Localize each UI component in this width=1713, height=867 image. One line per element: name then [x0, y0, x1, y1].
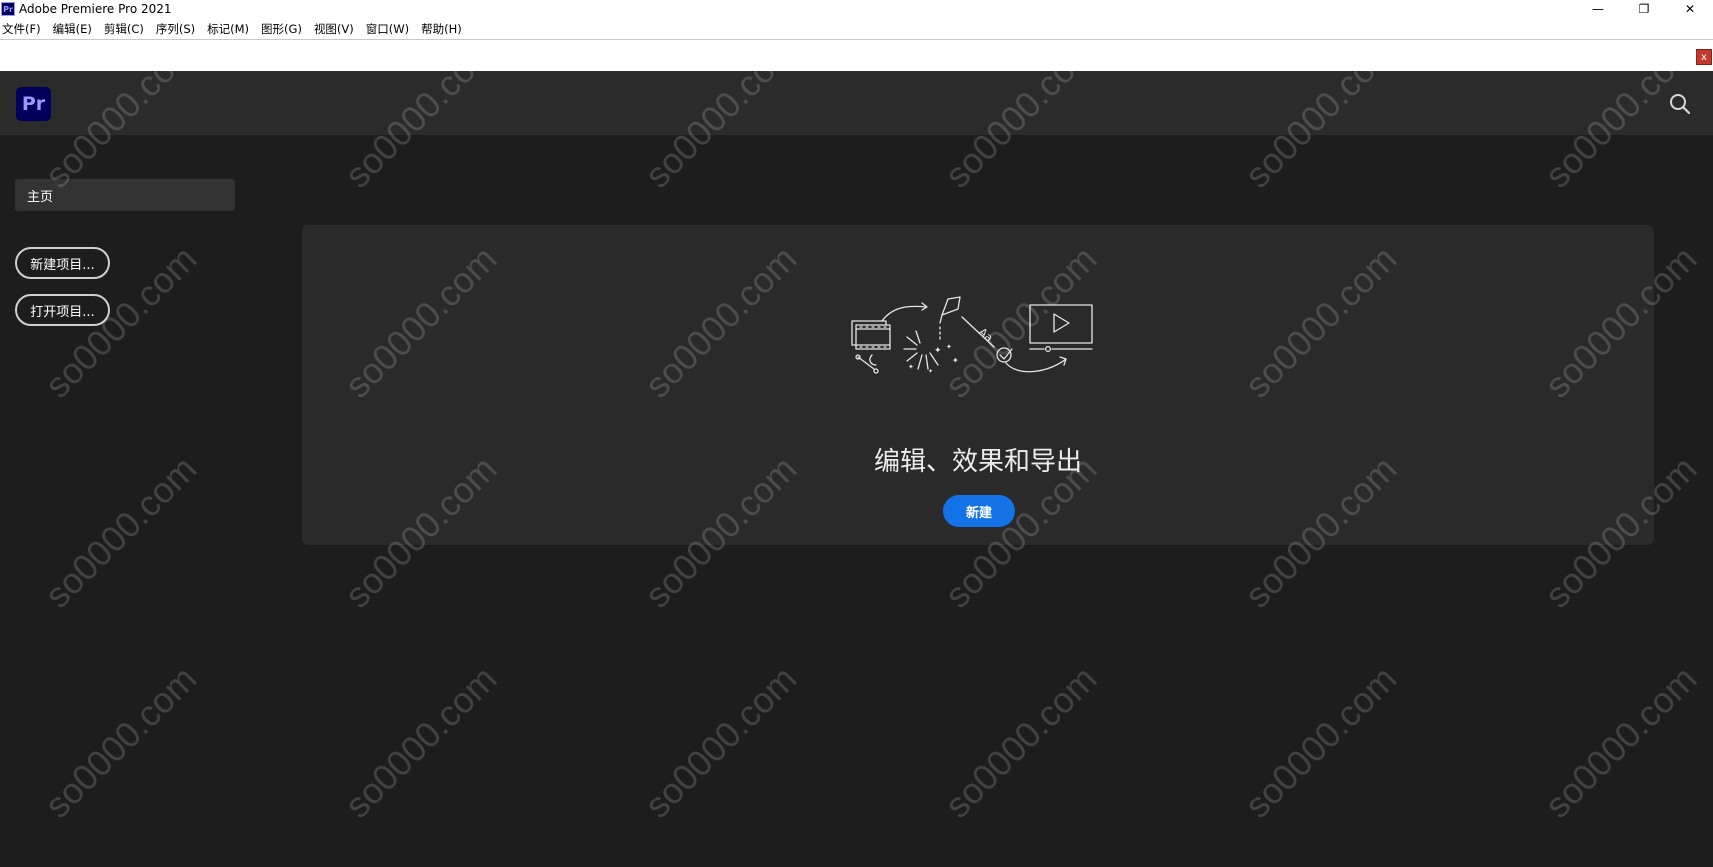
new-button[interactable]: 新建 — [943, 495, 1015, 527]
app-header: Pr — [0, 71, 1713, 135]
title-bar: Pr Adobe Premiere Pro 2021 — ❐ ✕ — [0, 0, 1713, 18]
watermark-text: so0000.com — [337, 658, 505, 826]
new-project-button[interactable]: 新建项目... — [15, 247, 110, 279]
watermark-text: so0000.com — [37, 448, 205, 616]
minimize-button[interactable]: — — [1575, 0, 1621, 18]
menu-graphics[interactable]: 图形(G) — [259, 21, 308, 37]
menu-file[interactable]: 文件(F) — [0, 21, 47, 37]
open-project-button[interactable]: 打开项目... — [15, 294, 110, 326]
get-started-card: ✦ ✦ ✦ ✦ ✦ Aa 编辑、效果和导出 新建 — [302, 225, 1654, 545]
svg-text:✦: ✦ — [952, 356, 959, 365]
menu-help[interactable]: 帮助(H) — [419, 21, 468, 37]
strip-close-button[interactable]: x — [1696, 49, 1712, 65]
window-title: Adobe Premiere Pro 2021 — [19, 2, 172, 16]
search-button[interactable] — [1665, 89, 1695, 119]
premiere-logo: Pr — [16, 87, 51, 121]
menu-clip[interactable]: 剪辑(C) — [102, 21, 150, 37]
svg-text:✦: ✦ — [946, 343, 952, 351]
search-icon — [1670, 94, 1691, 115]
menu-sequence[interactable]: 序列(S) — [154, 21, 201, 37]
sidebar-item-home[interactable]: 主页 — [15, 179, 235, 211]
menu-window[interactable]: 窗口(W) — [364, 21, 415, 37]
menu-markers[interactable]: 标记(M) — [205, 21, 255, 37]
window-controls: — ❐ ✕ — [1575, 0, 1713, 18]
menu-view[interactable]: 视图(V) — [312, 21, 360, 37]
svg-text:✦: ✦ — [934, 346, 942, 356]
watermark-text: so0000.com — [1237, 658, 1405, 826]
watermark-text: so0000.com — [37, 658, 205, 826]
svg-text:✦: ✦ — [928, 368, 933, 375]
watermark-text: so0000.com — [1537, 658, 1705, 826]
premiere-app-icon: Pr — [1, 2, 15, 16]
watermark-text: so0000.com — [637, 658, 805, 826]
watermark-text: so0000.com — [937, 658, 1105, 826]
card-heading: 编辑、效果和导出 — [873, 447, 1082, 477]
svg-text:Aa: Aa — [976, 325, 995, 344]
notification-strip: x — [0, 39, 1713, 71]
svg-text:✦: ✦ — [908, 363, 914, 371]
maximize-button[interactable]: ❐ — [1621, 0, 1667, 18]
editing-illustration-icon: ✦ ✦ ✦ ✦ ✦ Aa — [851, 296, 1093, 375]
close-button[interactable]: ✕ — [1667, 0, 1713, 18]
menu-edit[interactable]: 编辑(E) — [51, 21, 98, 37]
menu-bar: 文件(F) 编辑(E) 剪辑(C) 序列(S) 标记(M) 图形(G) 视图(V… — [0, 18, 1713, 39]
